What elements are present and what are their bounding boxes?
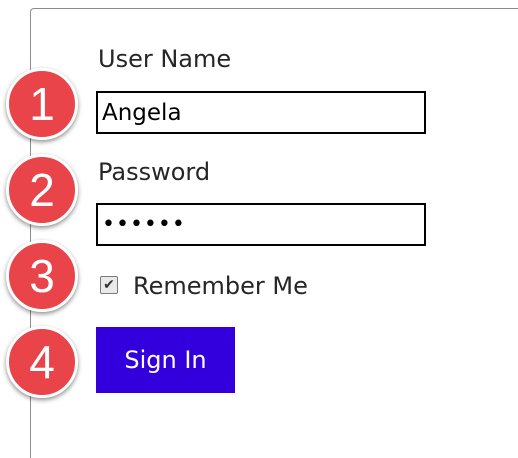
password-label: Password [98, 158, 211, 186]
step-2-badge: 2 [6, 154, 78, 226]
remember-me-label: Remember Me [133, 272, 308, 300]
step-4-badge: 4 [6, 326, 78, 398]
sign-in-button[interactable]: Sign In [96, 327, 235, 393]
remember-me-checkbox[interactable]: ✔ [100, 276, 118, 294]
step-1-badge: 1 [6, 68, 78, 140]
username-input[interactable] [96, 91, 426, 134]
password-input[interactable] [96, 203, 426, 246]
username-label: User Name [98, 45, 232, 73]
checkmark-icon: ✔ [103, 277, 115, 293]
step-3-badge: 3 [6, 240, 78, 312]
